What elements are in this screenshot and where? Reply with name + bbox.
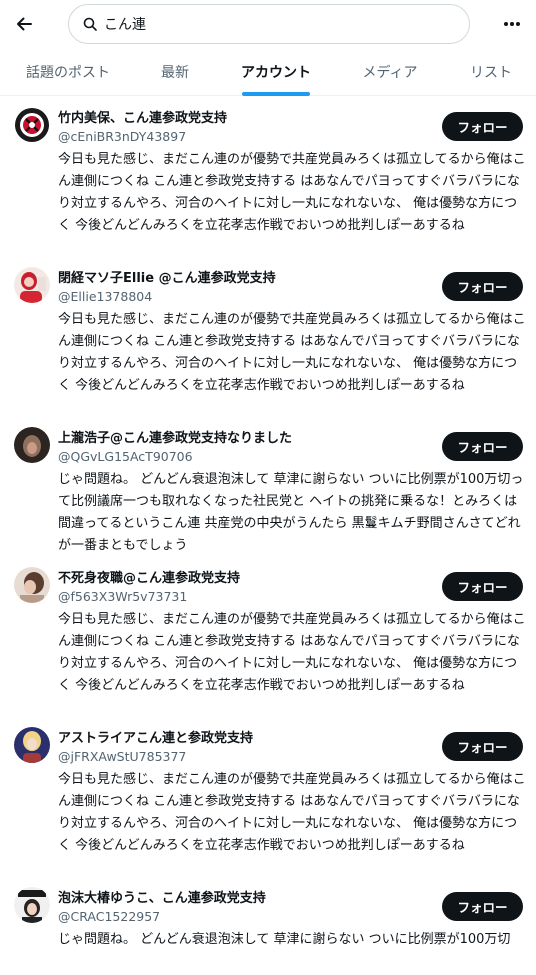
account-handle: @jFRXAwStU785377: [58, 749, 187, 764]
tab-lists[interactable]: リスト: [466, 48, 516, 96]
follow-button[interactable]: フォロー: [442, 112, 523, 141]
follow-button[interactable]: フォロー: [442, 572, 523, 601]
avatar[interactable]: [14, 107, 50, 143]
avatar[interactable]: [14, 267, 50, 303]
tab-label: 話題のポスト: [26, 65, 110, 81]
arrow-left-icon: [17, 17, 32, 31]
account-name[interactable]: 泡沫大椿ゆうこ、こん連参政党支持: [58, 887, 266, 906]
account-item[interactable]: 閉経マソ子Ellie @こん連参政党支持 @Ellie1378804 フォロー …: [0, 257, 536, 417]
account-item[interactable]: 上瀧浩子@こん連参政党支持なりました @QGvLG15AcT90706 フォロー…: [0, 417, 536, 557]
avatar[interactable]: [14, 727, 50, 763]
tab-accounts[interactable]: アカウント: [241, 48, 311, 96]
account-bio: じゃ問題ね。 どんどん衰退泡沫して 草津に謝らない ついに比例票が100万切って…: [58, 472, 524, 553]
account-item[interactable]: アストライアこん連と参政党支持 @jFRXAwStU785377 フォロー 今日…: [0, 717, 536, 877]
account-bio: 今日も見た感じ、まだこん連のが優勢で共産党員みろくは孤立してるから俺はこん連側に…: [58, 772, 526, 853]
account-handle: @CRAC1522957: [58, 909, 161, 924]
account-bio: 今日も見た感じ、まだこん連のが優勢で共産党員みろくは孤立してるから俺はこん連側に…: [58, 612, 526, 693]
account-list: 竹内美保、こん連参政党支持 @cEniBR3nDY43897 フォロー 今日も見…: [0, 97, 536, 975]
tab-bar: 話題のポスト 最新 アカウント メディア リスト: [0, 48, 536, 96]
tab-media[interactable]: メディア: [358, 48, 422, 96]
tab-label: アカウント: [241, 65, 311, 81]
top-bar: [0, 0, 536, 48]
follow-button[interactable]: フォロー: [442, 892, 523, 921]
account-name[interactable]: 閉経マソ子Ellie @こん連参政党支持: [58, 267, 276, 286]
back-button[interactable]: [8, 6, 40, 42]
account-handle: @f563X3Wr5v73731: [58, 589, 188, 604]
follow-button[interactable]: フォロー: [442, 272, 523, 301]
account-item[interactable]: 泡沫大椿ゆうこ、こん連参政党支持 @CRAC1522957 フォロー じゃ問題ね…: [0, 877, 536, 975]
account-handle: @QGvLG15AcT90706: [58, 449, 193, 464]
tab-latest[interactable]: 最新: [150, 48, 200, 96]
account-item[interactable]: 不死身夜職@こん連参政党支持 @f563X3Wr5v73731 フォロー 今日も…: [0, 557, 536, 717]
active-tab-indicator: [242, 92, 310, 96]
search-icon: [82, 16, 98, 32]
avatar[interactable]: [14, 567, 50, 603]
account-name[interactable]: 上瀧浩子@こん連参政党支持なりました: [58, 427, 292, 446]
avatar[interactable]: [14, 887, 50, 923]
account-name[interactable]: アストライアこん連と参政党支持: [58, 727, 253, 746]
account-bio: 今日も見た感じ、まだこん連のが優勢で共産党員みろくは孤立してるから俺はこん連側に…: [58, 312, 526, 393]
account-bio: 今日も見た感じ、まだこん連のが優勢で共産党員みろくは孤立してるから俺はこん連側に…: [58, 152, 526, 233]
avatar[interactable]: [14, 427, 50, 463]
search-input[interactable]: [104, 16, 444, 32]
account-handle: @cEniBR3nDY43897: [58, 129, 187, 144]
tab-label: 最新: [161, 65, 189, 81]
account-item[interactable]: 竹内美保、こん連参政党支持 @cEniBR3nDY43897 フォロー 今日も見…: [0, 97, 536, 257]
tab-label: メディア: [362, 65, 418, 81]
account-name[interactable]: 不死身夜職@こん連参政党支持: [58, 567, 240, 586]
tab-top-posts[interactable]: 話題のポスト: [18, 48, 118, 96]
account-handle: @Ellie1378804: [58, 289, 153, 304]
account-bio: じゃ問題ね。 どんどん衰退泡沫して 草津に謝らない ついに比例票が100万切: [58, 932, 511, 947]
more-options-button[interactable]: [494, 6, 530, 42]
search-box[interactable]: [68, 4, 470, 44]
follow-button[interactable]: フォロー: [442, 732, 523, 761]
account-name[interactable]: 竹内美保、こん連参政党支持: [58, 107, 227, 126]
follow-button[interactable]: フォロー: [442, 432, 523, 461]
tab-label: リスト: [470, 65, 512, 81]
more-horizontal-icon: [504, 22, 520, 26]
